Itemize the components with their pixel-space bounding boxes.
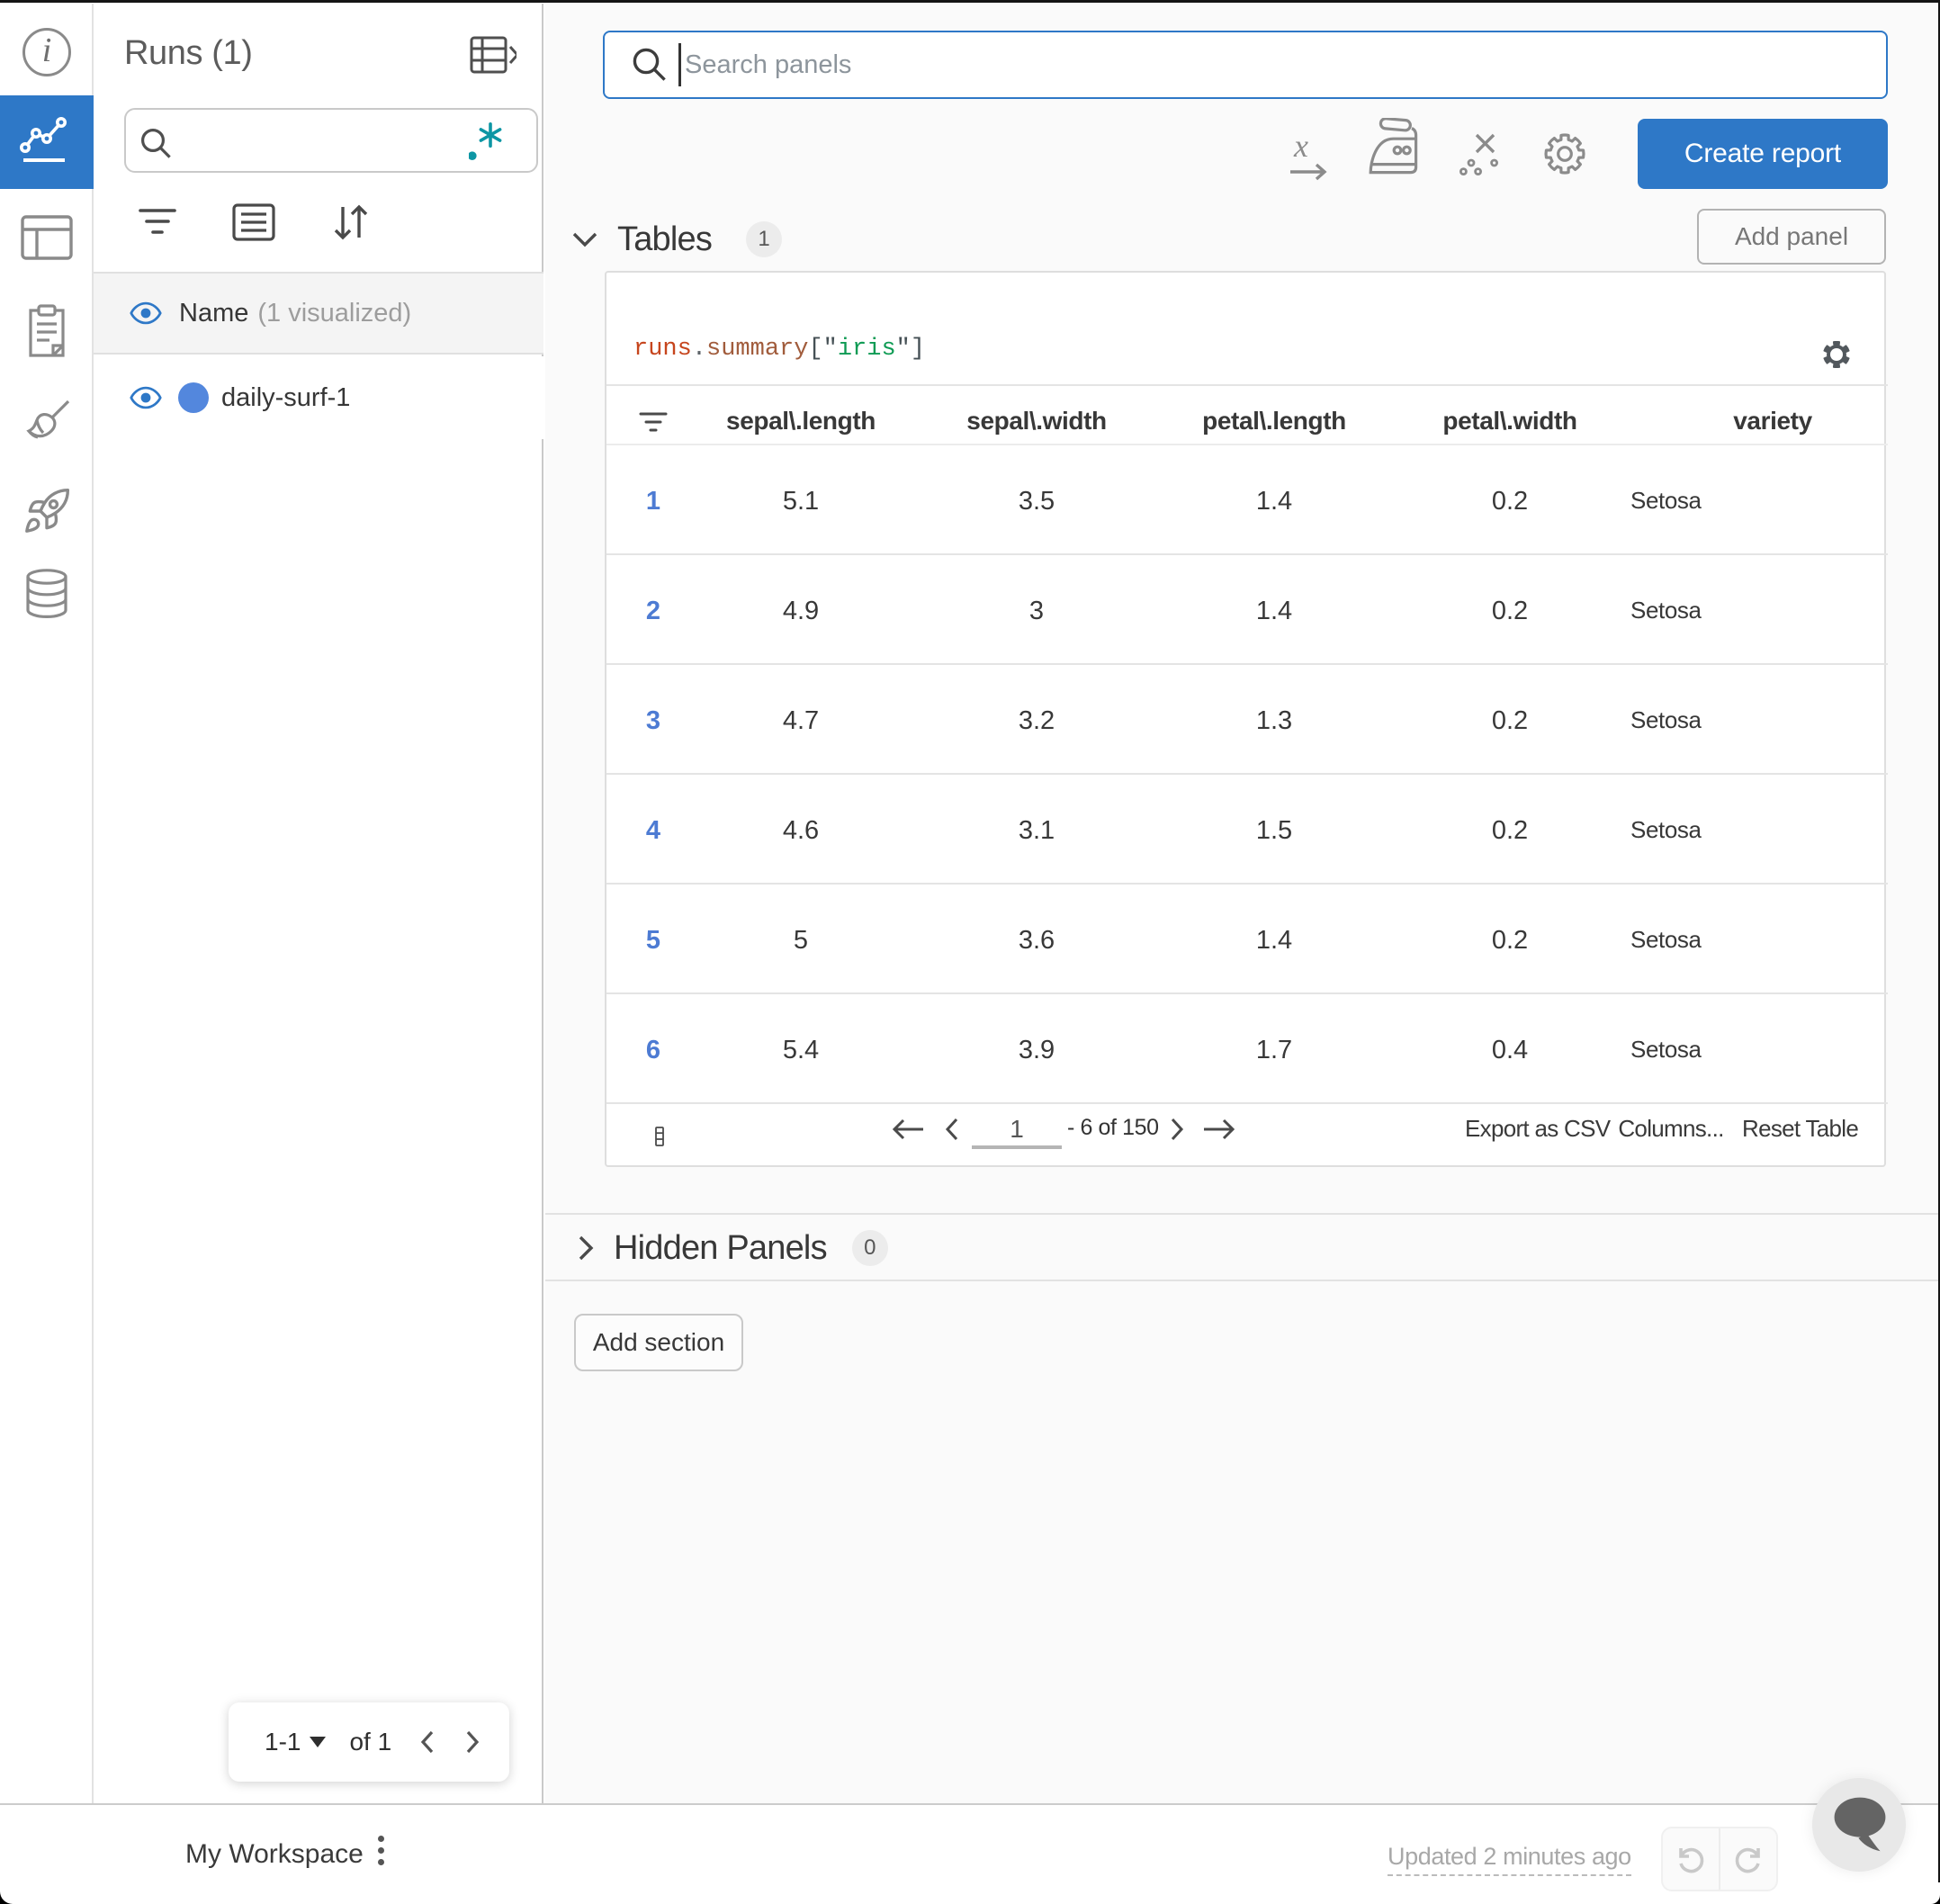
svg-text:x: x xyxy=(1293,128,1308,164)
